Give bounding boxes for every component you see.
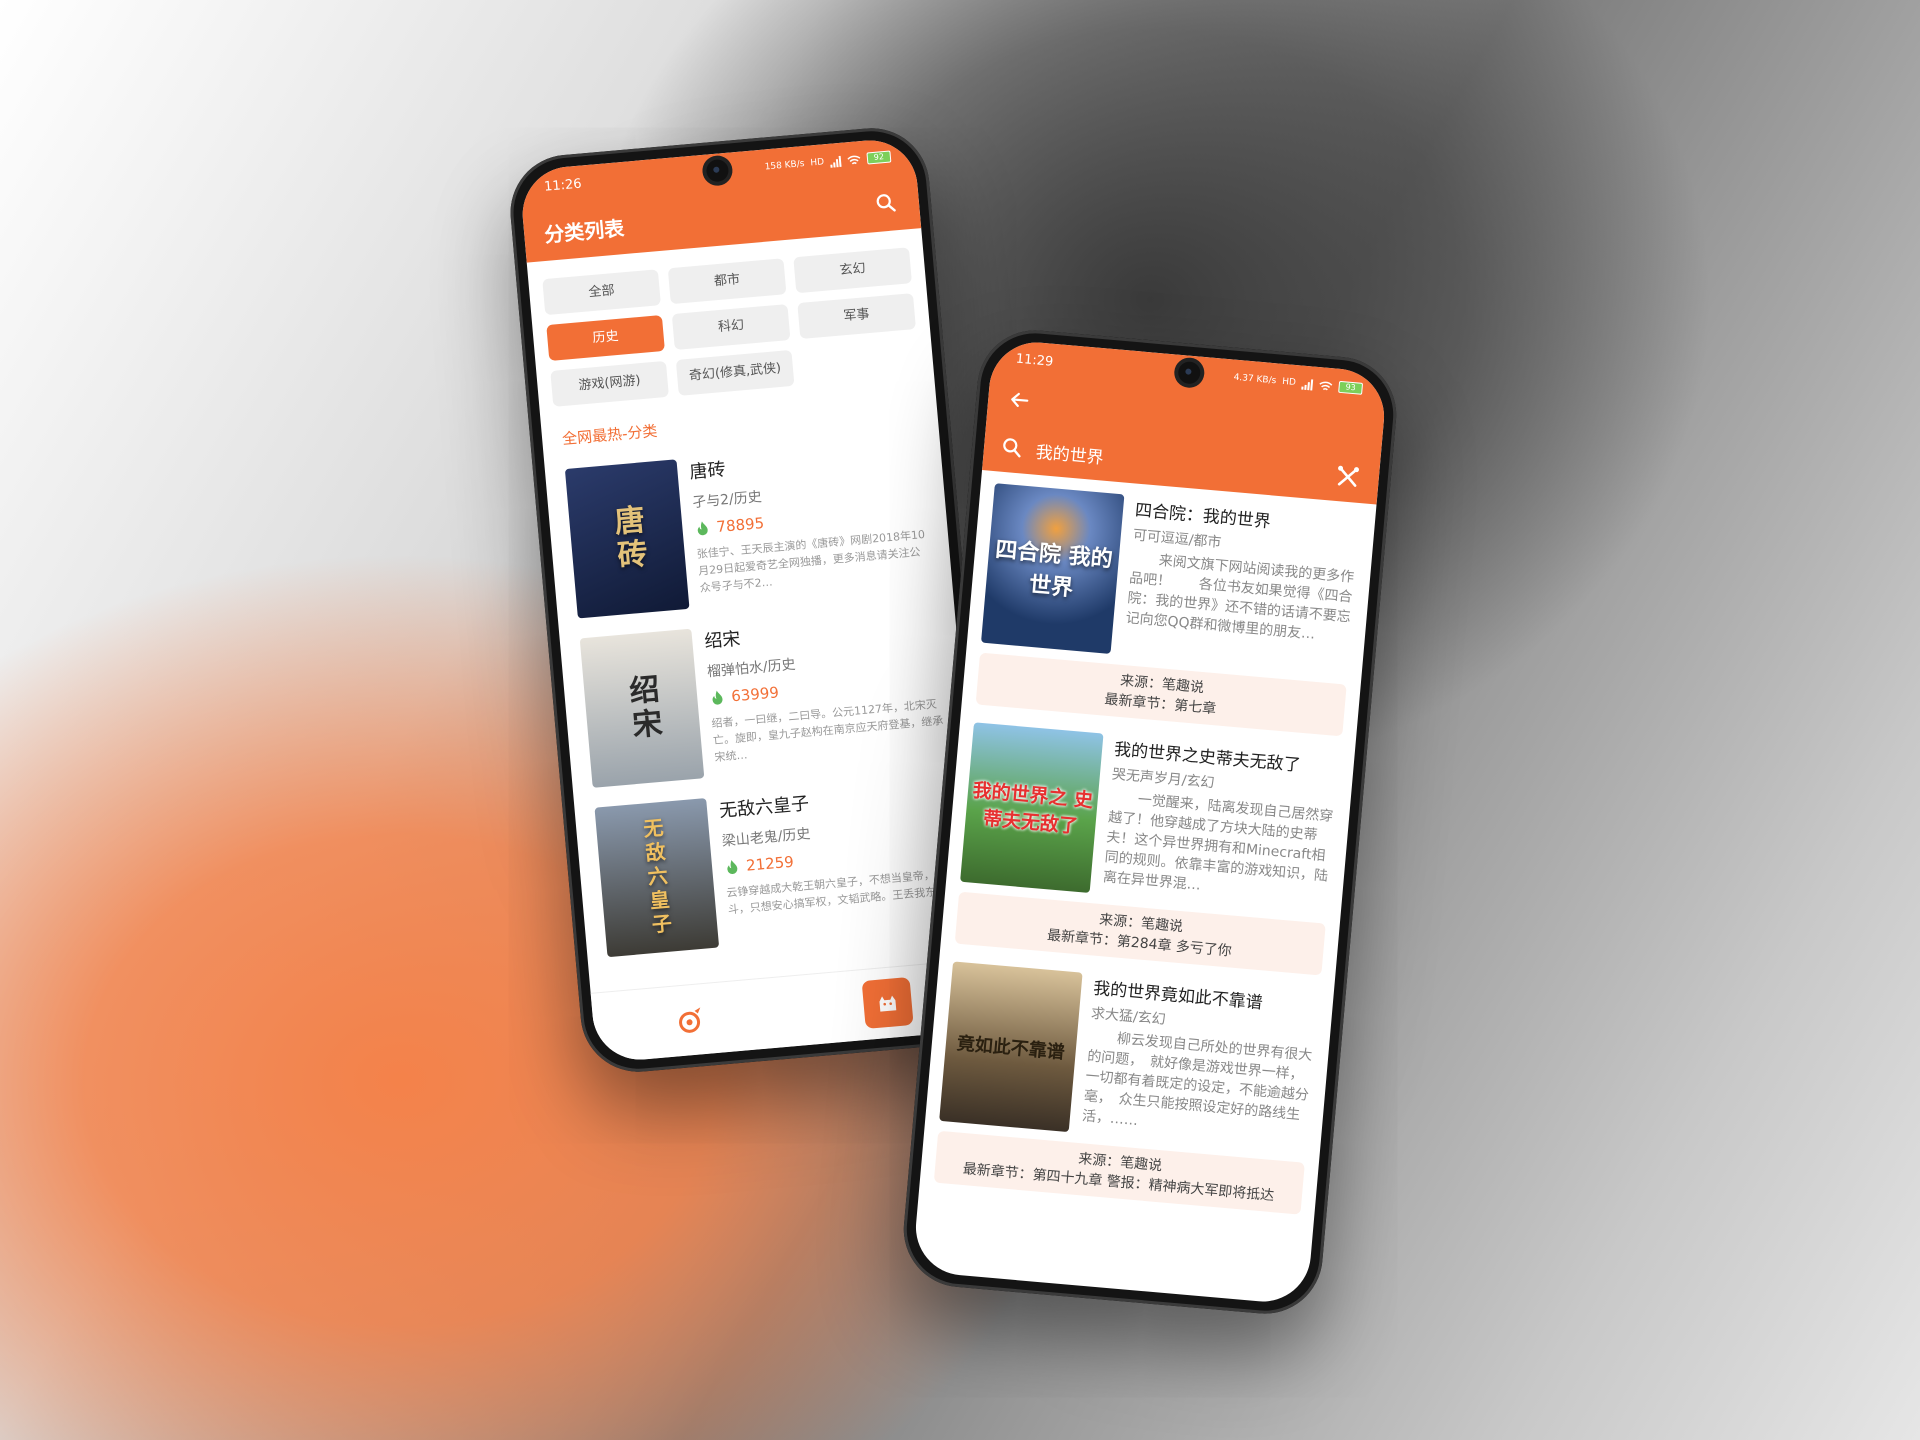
back-button[interactable] (1005, 386, 1033, 414)
status-time: 11:26 (543, 176, 583, 195)
tag-urban[interactable]: 都市 (667, 258, 787, 305)
book-heat: 63999 (730, 683, 780, 706)
network-speed: 158 KB/s (764, 159, 805, 173)
book-description: 绍者，一曰继，二曰导。公元1127年，北宋灭亡。旋即，皇九子赵构在南京应天府登基… (711, 697, 944, 765)
phone-search-results: 11:29 4.37 KB/s HD 93 我的世界 四合院 我的世界 四合院：… (898, 325, 1402, 1319)
search-result-item[interactable]: 我的世界之 史蒂夫无敌了 我的世界之史蒂夫无敌了 哭无声岁月/玄幻 一觉醒来，陆… (940, 709, 1355, 983)
status-time: 11:29 (1015, 351, 1054, 370)
tag-military[interactable]: 军事 (797, 293, 916, 340)
flame-icon (727, 860, 738, 874)
book-cover: 唐砖 (564, 459, 690, 619)
wifi-icon (1319, 381, 1333, 390)
book-description: 一觉醒来，陆离发现自己居然穿越了！他穿越成了方块大陆的史蒂夫！这个异世界拥有和M… (1102, 791, 1334, 894)
book-cover: 竟如此不靠谱 (939, 961, 1083, 1133)
tag-history[interactable]: 历史 (546, 315, 665, 362)
nav-home-button[interactable] (669, 999, 712, 1042)
nav-category-button[interactable] (861, 976, 914, 1029)
book-description: 张佳宁、王天辰主演的《唐砖》网剧2018年10月29日起爱奇艺全网独播，更多消息… (696, 527, 926, 595)
battery-icon: 93 (1338, 380, 1364, 395)
hd-label: HD (810, 157, 825, 169)
book-cover: 绍宋 (579, 628, 705, 788)
clear-search-button[interactable] (1334, 463, 1362, 491)
home-logo-icon (679, 1007, 701, 1033)
signal-icon (1301, 378, 1314, 390)
signal-icon (830, 155, 842, 168)
book-heat: 21259 (745, 852, 795, 875)
search-result-item[interactable]: 竟如此不靠谱 我的世界竟如此不靠谱 求大猛/玄幻 柳云发现自己所处的世界有很大的… (919, 948, 1334, 1222)
hd-label: HD (1281, 376, 1297, 389)
tag-fantasy[interactable]: 玄幻 (793, 247, 912, 294)
book-description: 柳云发现自己所处的世界有很大的问题， 就好像是游戏世界一样， 一切都有着既定的设… (1081, 1030, 1313, 1130)
book-description: 云铮穿越成大乾王朝六皇子，不想当皇帝，不宫斗，只想安心搞军权，文韬武略。王丢我东… (725, 866, 958, 917)
book-item[interactable]: 绍宋 绍宋 榴弹怕水/历史 63999 绍者，一曰继，二曰导。公元1127年，北… (559, 596, 968, 800)
battery-icon: 92 (866, 150, 892, 165)
book-cover: 无敌六皇子 (594, 798, 720, 958)
flame-icon (697, 521, 708, 536)
screen-search-results: 11:29 4.37 KB/s HD 93 我的世界 四合院 我的世界 四合院：… (911, 338, 1389, 1306)
tag-scifi[interactable]: 科幻 (671, 304, 791, 351)
book-description: 来阅文旗下网站阅读我的更多作品吧！ 各位书友如果觉得《四合院：我的世界》还不错的… (1124, 552, 1355, 643)
book-item[interactable]: 无敌六皇子 无敌六皇子 梁山老鬼/历史 21259 云铮穿越成大乾王朝六皇子，不… (574, 765, 983, 969)
tag-all[interactable]: 全部 (542, 269, 661, 316)
search-button[interactable] (872, 189, 900, 217)
book-cover: 四合院 我的世界 (980, 483, 1125, 654)
book-heat: 78895 (715, 513, 765, 537)
search-icon (1003, 438, 1021, 458)
wifi-icon (847, 155, 861, 164)
flame-icon (712, 690, 723, 705)
book-cover: 我的世界之 史蒂夫无敌了 (960, 722, 1104, 894)
cross-tools-icon (1337, 465, 1359, 487)
cat-icon (879, 995, 897, 1012)
page-title: 分类列表 (543, 215, 626, 247)
tag-xianxia[interactable]: 奇幻(修真,武侠) (675, 349, 795, 396)
search-result-item[interactable]: 四合院 我的世界 四合院：我的世界 可可逗逗/都市 来阅文旗下网站阅读我的更多作… (961, 470, 1376, 744)
tag-game[interactable]: 游戏(网游) (550, 360, 669, 407)
screen-category-list: 11:26 158 KB/s HD 92 分类列表 全部 都市 玄幻 历史 科幻… (518, 136, 992, 1064)
search-icon (876, 194, 896, 212)
book-item[interactable]: 唐砖 唐砖 孑与2/历史 78895 张佳宁、王天辰主演的《唐砖》网剧2018年… (544, 426, 953, 630)
network-speed: 4.37 KB/s (1233, 372, 1277, 387)
arrow-left-icon (1011, 392, 1029, 407)
